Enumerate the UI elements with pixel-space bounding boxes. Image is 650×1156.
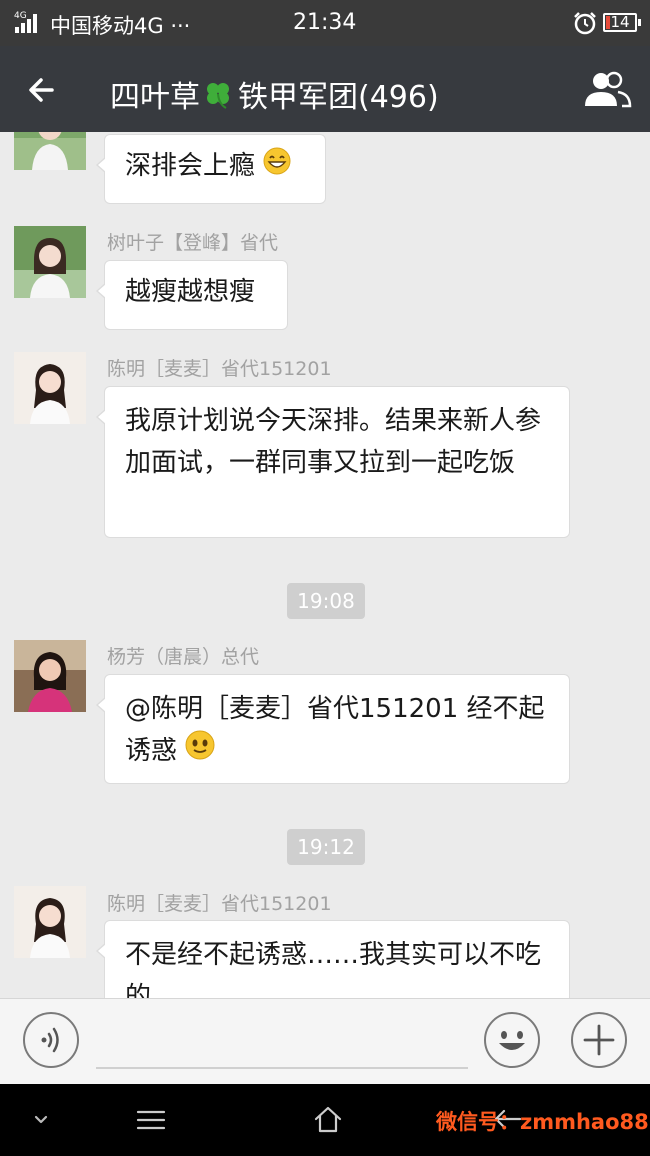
battery-level: 14 (610, 13, 630, 31)
title-part2: 铁甲军团(496) (238, 80, 439, 115)
message-bubble[interactable]: 深排会上瘾 (96, 134, 326, 204)
back-button[interactable] (22, 68, 66, 112)
voice-icon (23, 1012, 79, 1068)
chat-title: 四叶草 铁甲军团(496) (110, 72, 439, 118)
carrier-name: 中国移动4G (50, 14, 164, 38)
alarm-icon (572, 11, 598, 39)
grinning-emoji-icon (263, 146, 291, 188)
message-bubble[interactable]: 我原计划说今天深排。结果来新人参加面试，一群同事又拉到一起吃饭 (96, 386, 570, 538)
back-arrow-icon (29, 78, 54, 102)
message-bubble[interactable]: 不是经不起诱惑……我其实可以不吃的 (96, 920, 570, 998)
message-bubble[interactable]: 越瘦越想瘦 (96, 260, 288, 330)
smiling-emoji-icon (185, 730, 215, 773)
watermark-text: 微信号：zmmhao88 (436, 1110, 649, 1134)
input-bar (0, 998, 650, 1084)
menu-button[interactable] (135, 1108, 167, 1136)
timestamp: 19:08 (287, 583, 365, 619)
group-members-button[interactable] (580, 68, 634, 112)
chevron-down-icon (34, 1115, 48, 1124)
sender-name: 陈明［麦麦］省代151201 (107, 893, 332, 915)
status-bar: 4G 中国移动4G ··· 21:34 14 (0, 0, 650, 46)
title-part1: 四叶草 (110, 80, 200, 115)
clover-icon (202, 80, 236, 118)
message-bubble[interactable]: @陈明［麦麦］省代151201 经不起诱惑 (96, 674, 570, 784)
emoji-button[interactable] (483, 1011, 541, 1069)
message-text: 不是经不起诱惑……我其实可以不吃的 (125, 940, 542, 998)
avatar[interactable] (14, 352, 86, 424)
menu-icon (136, 1110, 166, 1130)
home-icon (314, 1106, 342, 1133)
avatar[interactable] (14, 640, 86, 712)
message-input[interactable] (96, 1067, 468, 1069)
avatar[interactable] (14, 226, 86, 298)
sender-name: 树叶子【登峰】省代 (107, 232, 279, 254)
hide-nav-button[interactable] (28, 1108, 54, 1136)
group-icon (585, 71, 632, 108)
sender-name: 杨芳（唐晨）总代 (107, 646, 260, 668)
chat-header: 四叶草 铁甲军团(496) (0, 46, 650, 132)
system-nav-bar: 微信号：zmmhao88 (0, 1084, 650, 1156)
more-options-button[interactable] (570, 1011, 628, 1069)
voice-input-button[interactable] (22, 1011, 80, 1069)
carrier-text: 中国移动4G ··· (50, 10, 190, 40)
plus-icon (571, 1012, 627, 1068)
chat-area[interactable]: 深排会上瘾 树叶子【登峰】省代 越瘦越想瘦 陈明［麦麦］省代151201 我原计… (0, 132, 650, 998)
timestamp: 19:12 (287, 829, 365, 865)
network-type: 4G (14, 11, 27, 21)
clock: 21:34 (293, 10, 357, 35)
battery-icon: 14 (603, 13, 641, 32)
home-button[interactable] (312, 1104, 344, 1138)
message-text: 深排会上瘾 (125, 151, 256, 181)
signal-icon: 4G (14, 9, 48, 39)
message-text: 越瘦越想瘦 (125, 277, 256, 307)
avatar[interactable] (14, 132, 86, 170)
sender-name: 陈明［麦麦］省代151201 (107, 358, 332, 380)
carrier-dots: ··· (170, 14, 191, 38)
smiley-icon (484, 1012, 540, 1068)
message-text: 我原计划说今天深排。结果来新人参加面试，一群同事又拉到一起吃饭 (125, 406, 542, 478)
avatar[interactable] (14, 886, 86, 958)
